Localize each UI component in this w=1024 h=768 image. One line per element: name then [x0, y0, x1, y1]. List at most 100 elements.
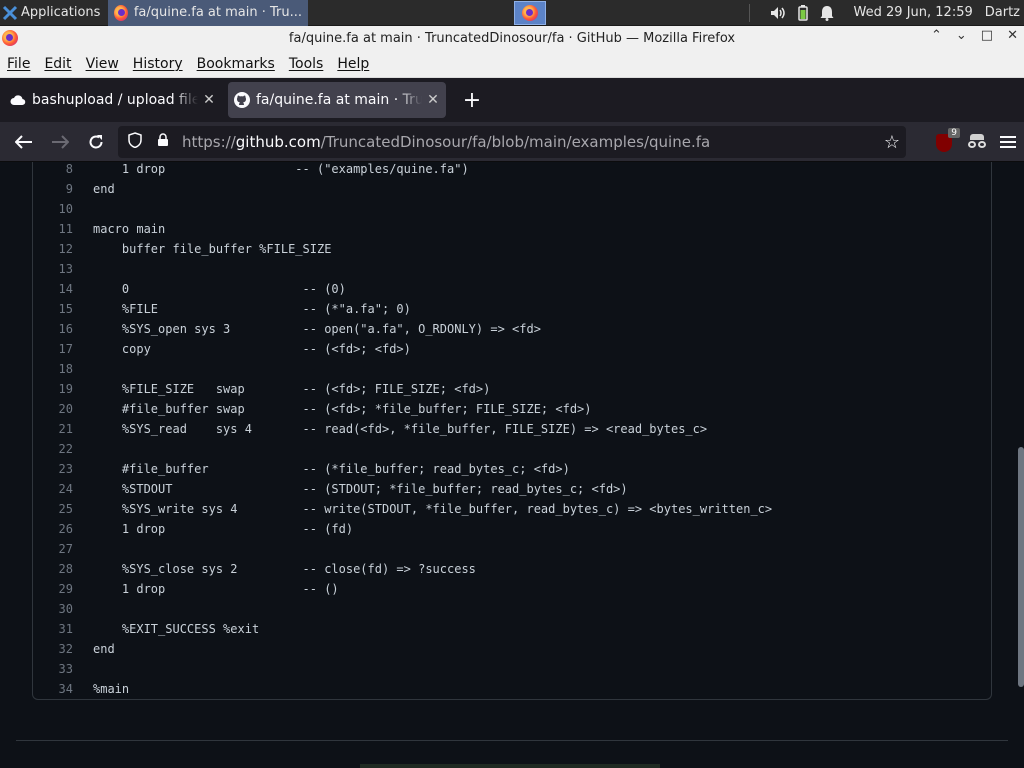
- ublock-origin-extension-button[interactable]: 9: [934, 128, 960, 152]
- url-scheme: https://: [182, 133, 236, 151]
- navigation-toolbar: https://github.com/TruncatedDinosour/fa/…: [0, 122, 1024, 162]
- url-path: /TruncatedDinosour/fa/blob/main/examples…: [320, 133, 711, 151]
- battery-icon[interactable]: [797, 4, 808, 21]
- tray-separator: [748, 3, 750, 22]
- line-source: %main: [93, 682, 130, 696]
- line-number[interactable]: 30: [33, 599, 73, 619]
- url-text[interactable]: https://github.com/TruncatedDinosour/fa/…: [182, 133, 710, 151]
- tracking-protection-shield-icon[interactable]: [124, 132, 146, 152]
- volume-icon[interactable]: [770, 6, 786, 20]
- code-line: 24 %STDOUT -- (STDOUT; *file_buffer; rea…: [33, 479, 991, 499]
- line-number[interactable]: 18: [33, 359, 73, 379]
- applications-label: Applications: [21, 5, 101, 20]
- applications-menu-button[interactable]: Applications: [0, 0, 108, 26]
- line-source: %SYS_close sys 2 -- close(fd) => ?succes…: [93, 562, 476, 576]
- line-number[interactable]: 20: [33, 399, 73, 419]
- line-number[interactable]: 21: [33, 419, 73, 439]
- url-bar[interactable]: https://github.com/TruncatedDinosour/fa/…: [118, 126, 906, 158]
- line-number[interactable]: 11: [33, 219, 73, 239]
- forward-button[interactable]: [42, 126, 78, 158]
- github-page-content: 8 1 drop -- ("examples/quine.fa") 9 end 10 1…: [0, 162, 1024, 768]
- code-view: 8 1 drop -- ("examples/quine.fa") 9 end 10 1…: [32, 162, 992, 700]
- line-source: %FILE_SIZE swap -- (<fd>; FILE_SIZE; <fd…: [93, 382, 491, 396]
- line-source: 1 drop -- (fd): [93, 522, 354, 536]
- line-source: 1 drop -- (): [93, 582, 339, 596]
- tab-github-quine[interactable]: fa/quine.fa at main · TruncatedDinosour/…: [228, 82, 446, 118]
- line-number[interactable]: 34: [33, 679, 73, 699]
- tab-strip: bashupload / upload files ✕ fa/quine.fa …: [0, 78, 1024, 122]
- menu-history[interactable]: History: [133, 56, 183, 72]
- line-number[interactable]: 17: [33, 339, 73, 359]
- taskbar-window-firefox[interactable]: fa/quine.fa at main · Tru...: [108, 0, 308, 26]
- line-number[interactable]: 29: [33, 579, 73, 599]
- line-number[interactable]: 19: [33, 379, 73, 399]
- minimize-up-icon[interactable]: ⌃: [931, 28, 942, 43]
- line-number[interactable]: 8: [33, 162, 73, 179]
- privacy-extension-spy-icon[interactable]: [966, 134, 988, 150]
- line-number[interactable]: 31: [33, 619, 73, 639]
- menu-edit[interactable]: Edit: [44, 56, 71, 72]
- minimize-down-icon[interactable]: ⌄: [956, 28, 967, 43]
- notification-bell-icon[interactable]: [820, 5, 834, 21]
- new-tab-button[interactable]: +: [460, 88, 484, 113]
- close-icon[interactable]: ✕: [1007, 28, 1018, 43]
- menu-help[interactable]: Help: [337, 56, 369, 72]
- line-number[interactable]: 23: [33, 459, 73, 479]
- menu-file[interactable]: File: [7, 56, 30, 72]
- line-number[interactable]: 16: [33, 319, 73, 339]
- menu-view[interactable]: View: [86, 56, 119, 72]
- code-line: 31 %EXIT_SUCCESS %exit: [33, 619, 991, 639]
- code-line: 17 copy -- (<fd>; <fd>): [33, 339, 991, 359]
- firefox-icon: [114, 4, 128, 21]
- tab-title: fa/quine.fa at main · TruncatedDinosour/…: [256, 92, 422, 108]
- line-number[interactable]: 13: [33, 259, 73, 279]
- line-source: %SYS_read sys 4 -- read(<fd>, *file_buff…: [93, 422, 708, 436]
- line-number[interactable]: 24: [33, 479, 73, 499]
- workspace-switcher-firefox[interactable]: [514, 0, 547, 25]
- line-source: copy -- (<fd>; <fd>): [93, 342, 411, 356]
- line-number[interactable]: 25: [33, 499, 73, 519]
- menu-bookmarks[interactable]: Bookmarks: [197, 56, 275, 72]
- url-host: github.com: [235, 133, 321, 151]
- line-number[interactable]: 10: [33, 199, 73, 219]
- tab-close-icon[interactable]: ✕: [426, 92, 440, 108]
- bookmark-star-icon[interactable]: ☆: [884, 132, 900, 153]
- code-line: 30: [33, 599, 991, 619]
- line-number[interactable]: 9: [33, 179, 73, 199]
- taskbar-window-title: fa/quine.fa at main · Tru...: [133, 5, 302, 20]
- code-line: 28 %SYS_close sys 2 -- close(fd) => ?suc…: [33, 559, 991, 579]
- app-menu-hamburger-icon[interactable]: [1000, 136, 1016, 148]
- line-number[interactable]: 32: [33, 639, 73, 659]
- clock[interactable]: Wed 29 Jun, 12:59: [854, 5, 973, 20]
- page-bottom-element: [360, 764, 660, 768]
- line-number[interactable]: 26: [33, 519, 73, 539]
- line-number[interactable]: 15: [33, 299, 73, 319]
- lock-icon[interactable]: [152, 133, 174, 151]
- back-button[interactable]: [6, 126, 42, 158]
- code-line: 12 buffer file_buffer %FILE_SIZE: [33, 239, 991, 259]
- ublock-badge: 9: [948, 128, 960, 138]
- code-line: 15 %FILE -- (*"a.fa"; 0): [33, 299, 991, 319]
- line-number[interactable]: 14: [33, 279, 73, 299]
- tab-bashupload[interactable]: bashupload / upload files ✕: [4, 82, 222, 118]
- line-source: macro main: [93, 222, 166, 236]
- page-scrollbar[interactable]: [1018, 447, 1024, 687]
- code-line: 20 #file_buffer swap -- (<fd>; *file_buf…: [33, 399, 991, 419]
- line-number[interactable]: 28: [33, 559, 73, 579]
- line-number[interactable]: 12: [33, 239, 73, 259]
- line-number[interactable]: 33: [33, 659, 73, 679]
- code-line: 14 0 -- (0): [33, 279, 991, 299]
- user-menu[interactable]: Dartz: [985, 5, 1020, 20]
- reload-button[interactable]: [78, 126, 114, 158]
- code-line: 13: [33, 259, 991, 279]
- menu-tools[interactable]: Tools: [289, 56, 324, 72]
- desktop-taskbar: Applications fa/quine.fa at main · Tru..…: [0, 0, 1024, 26]
- line-number[interactable]: 27: [33, 539, 73, 559]
- footer-divider: [16, 740, 1008, 741]
- tab-close-icon[interactable]: ✕: [202, 92, 216, 108]
- line-source: %STDOUT -- (STDOUT; *file_buffer; read_b…: [93, 482, 628, 496]
- line-number[interactable]: 22: [33, 439, 73, 459]
- maximize-icon[interactable]: □: [981, 28, 993, 43]
- code-line: 34 %main: [33, 679, 991, 699]
- code-line: 16 %SYS_open sys 3 -- open("a.fa", O_RDO…: [33, 319, 991, 339]
